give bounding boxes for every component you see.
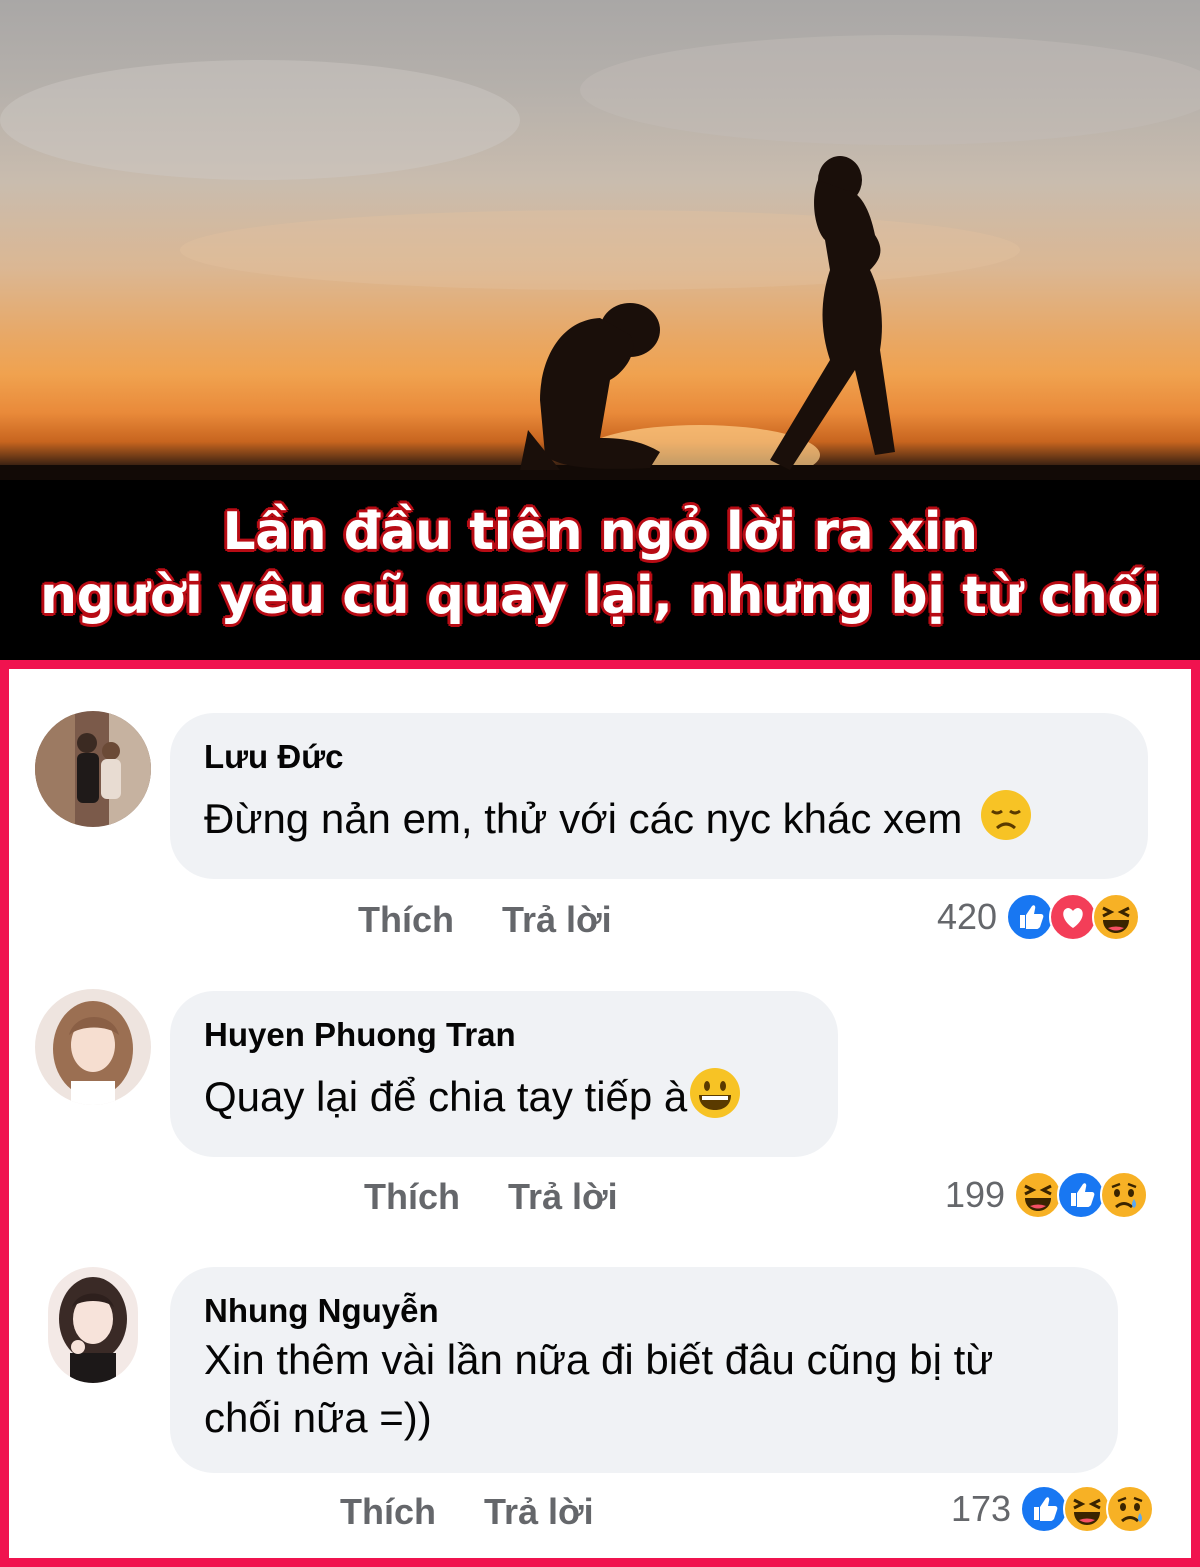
- comment-text: Xin thêm vài lần nữa đi biết đâu cũng bị…: [204, 1336, 994, 1441]
- comment-bubble: Lưu Đức Đừng nản em, thử với các nyc khá…: [170, 713, 1148, 879]
- caption-line-1: Lần đầu tiên ngỏ lời ra xin: [222, 502, 978, 562]
- comments-panel: Lưu Đức Đừng nản em, thử với các nyc khá…: [0, 660, 1200, 1567]
- reaction-count: 420: [937, 896, 998, 937]
- reaction-count: 199: [945, 1174, 1006, 1215]
- like-link[interactable]: Thích: [340, 1491, 436, 1532]
- reply-link[interactable]: Trả lời: [502, 899, 612, 940]
- comment-2: Huyen Phuong Tran Quay lại để chia tay t…: [9, 947, 1191, 1237]
- sad-reaction-icon: [1100, 1171, 1149, 1219]
- meme-banner: Lần đầu tiên ngỏ lời ra xin người yêu cũ…: [0, 0, 1200, 660]
- reply-link[interactable]: Trả lời: [508, 1176, 618, 1217]
- like-reaction-icon: [1020, 1485, 1069, 1533]
- comment-bubble: Nhung Nguyễn Xin thêm vài lần nữa đi biế…: [170, 1267, 1118, 1473]
- avatar[interactable]: [35, 989, 151, 1105]
- comment-author[interactable]: Nhung Nguyễn: [204, 1291, 1084, 1331]
- comment-actions: Thích Trả lời: [364, 1176, 666, 1218]
- love-reaction-icon: [1049, 893, 1098, 941]
- comment-actions: Thích Trả lời: [340, 1491, 642, 1533]
- reaction-count: 173: [951, 1488, 1012, 1529]
- comment-author[interactable]: Huyen Phuong Tran: [204, 1015, 804, 1055]
- like-reaction-icon: [1057, 1171, 1106, 1219]
- haha-reaction-icon: [1063, 1485, 1112, 1533]
- caption-line-2: người yêu cũ quay lại, nhưng bị từ chối: [40, 566, 1160, 626]
- comment-3: Nhung Nguyễn Xin thêm vài lần nữa đi biế…: [9, 1225, 1191, 1567]
- comment-text: Đừng nản em, thử với các nyc khác xem: [204, 789, 1114, 848]
- like-link[interactable]: Thích: [364, 1176, 460, 1217]
- haha-reaction-icon: [1092, 893, 1141, 941]
- sunset-silhouette-photo: [0, 0, 1200, 480]
- haha-reaction-icon: [1014, 1171, 1063, 1219]
- comment-author[interactable]: Lưu Đức: [204, 737, 1114, 777]
- comment-actions: Thích Trả lời: [358, 899, 660, 941]
- like-reaction-icon: [1006, 893, 1055, 941]
- grinning-face-icon: [689, 1067, 741, 1119]
- meme-caption: Lần đầu tiên ngỏ lời ra xin người yêu cũ…: [0, 500, 1200, 628]
- avatar[interactable]: [48, 1267, 138, 1383]
- sad-reaction-icon: [1106, 1485, 1155, 1533]
- reaction-summary[interactable]: 173: [951, 1485, 1155, 1533]
- like-link[interactable]: Thích: [358, 899, 454, 940]
- comment-1: Lưu Đức Đừng nản em, thử với các nyc khá…: [9, 669, 1191, 959]
- comment-bubble: Huyen Phuong Tran Quay lại để chia tay t…: [170, 991, 838, 1157]
- disappointed-face-icon: [980, 789, 1032, 841]
- reply-link[interactable]: Trả lời: [484, 1491, 594, 1532]
- comment-text: Quay lại để chia tay tiếp à: [204, 1067, 804, 1126]
- reaction-summary[interactable]: 420: [937, 893, 1141, 941]
- reaction-summary[interactable]: 199: [945, 1171, 1149, 1219]
- avatar[interactable]: [35, 711, 151, 827]
